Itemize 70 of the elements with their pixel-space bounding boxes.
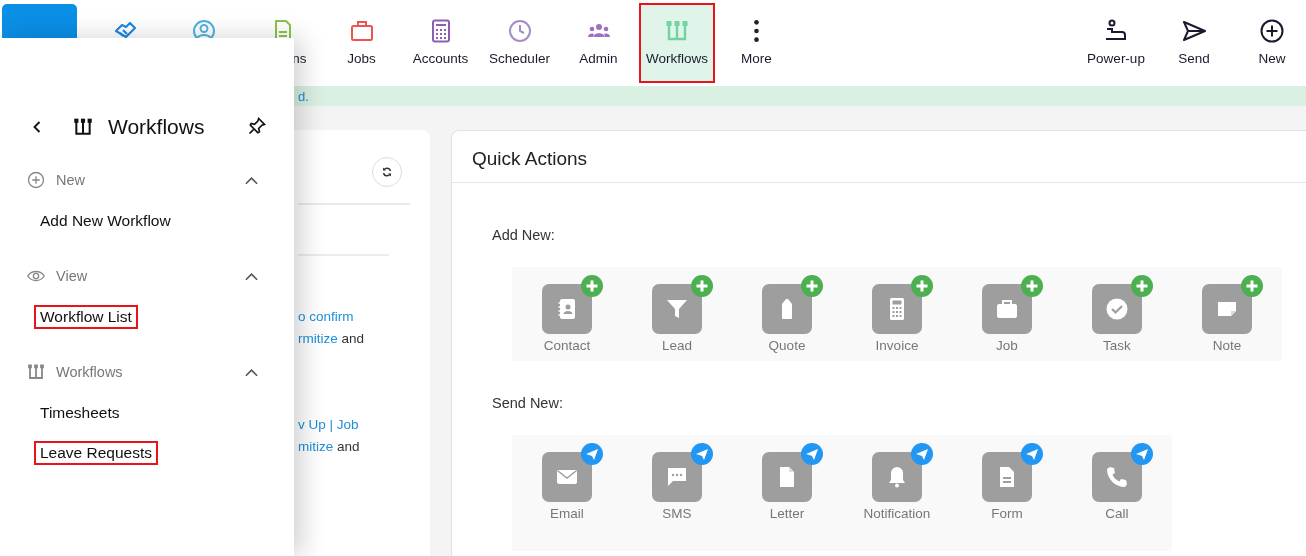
paper-plane-badge-icon [581, 443, 603, 465]
paper-plane-badge-icon [801, 443, 823, 465]
briefcase-icon [995, 297, 1019, 321]
quick-action-button[interactable]: Form [952, 443, 1062, 521]
clock-icon [507, 19, 532, 43]
nav-item[interactable]: Accounts [401, 3, 480, 83]
menu-item[interactable]: Add New Workflow [34, 209, 177, 233]
link[interactable]: v Up | Job [298, 417, 359, 432]
paragraph-text: and [340, 331, 365, 346]
drawer-title: Workflows [108, 115, 205, 139]
action-button[interactable]: Power-up [1077, 3, 1155, 83]
section-header[interactable]: Workflows [26, 361, 260, 383]
nav-item[interactable]: Workflows [639, 3, 715, 83]
briefcase-icon [349, 19, 374, 43]
plus-badge-icon [1131, 275, 1153, 297]
workflow-icon [665, 19, 689, 43]
plus-badge-icon [1021, 275, 1043, 297]
send-icon [1182, 19, 1206, 43]
nav-item[interactable]: Scheduler [480, 3, 559, 83]
quick-action-button[interactable]: Email [512, 443, 622, 521]
quick-action-button[interactable]: Contact [512, 275, 622, 353]
plus-badge-icon [691, 275, 713, 297]
menu-item[interactable]: Leave Requests [34, 441, 159, 465]
chevron-left-icon [32, 120, 42, 134]
more-icon [754, 20, 759, 42]
funnel-icon [665, 297, 689, 321]
quick-action-button[interactable]: Invoice [842, 275, 952, 353]
action-button[interactable]: New [1233, 3, 1306, 83]
add-icon [1260, 19, 1284, 43]
menu-item[interactable]: Timesheets [34, 401, 126, 425]
plus-badge-icon [911, 275, 933, 297]
plus-badge-icon [1241, 275, 1263, 297]
menu-item[interactable]: Workflow List [34, 305, 138, 329]
quick-action-button[interactable]: Lead [622, 275, 732, 353]
paper-plane-badge-icon [1021, 443, 1043, 465]
quick-action-button[interactable]: Notification [842, 443, 952, 521]
plus-badge-icon [801, 275, 823, 297]
section-header[interactable]: New [26, 169, 260, 191]
notice-text: d. [298, 88, 309, 104]
quick-action-button[interactable]: Call [1062, 443, 1172, 521]
phone-icon [1105, 465, 1129, 489]
quick-action-button[interactable]: Letter [732, 443, 842, 521]
quick-action-button[interactable]: Task [1062, 275, 1172, 353]
group-label: Send New: [492, 395, 564, 411]
nav-item[interactable]: Admin [559, 3, 638, 83]
panel-title: Quick Actions [452, 131, 1306, 183]
workflow-icon [26, 363, 46, 381]
plus-badge-icon [581, 275, 603, 297]
paper-plane-badge-icon [911, 443, 933, 465]
quick-action-button[interactable]: Job [952, 275, 1062, 353]
refresh-icon [381, 166, 393, 178]
add-icon [26, 171, 46, 189]
paragraph-text: and [336, 439, 360, 454]
quick-action-button[interactable]: Note [1172, 275, 1282, 353]
group-label: Add New: [492, 227, 556, 243]
section-header[interactable]: View [26, 265, 260, 287]
nav-item[interactable]: Jobs [322, 3, 401, 83]
person-lying-icon [1104, 19, 1128, 43]
paper-plane-badge-icon [1131, 443, 1153, 465]
link[interactable]: rmitize [298, 331, 338, 346]
paper-plane-badge-icon [691, 443, 713, 465]
nav-item[interactable]: More [717, 3, 796, 83]
quick-action-button[interactable]: Quote [732, 275, 842, 353]
check-circle-icon [1105, 297, 1129, 321]
quick-action-button[interactable]: SMS [622, 443, 732, 521]
link[interactable]: o confirm [298, 309, 354, 324]
refresh-button[interactable] [372, 157, 402, 187]
link[interactable]: mitize [298, 439, 334, 454]
chat-icon [665, 465, 689, 489]
action-button[interactable]: Send [1155, 3, 1233, 83]
